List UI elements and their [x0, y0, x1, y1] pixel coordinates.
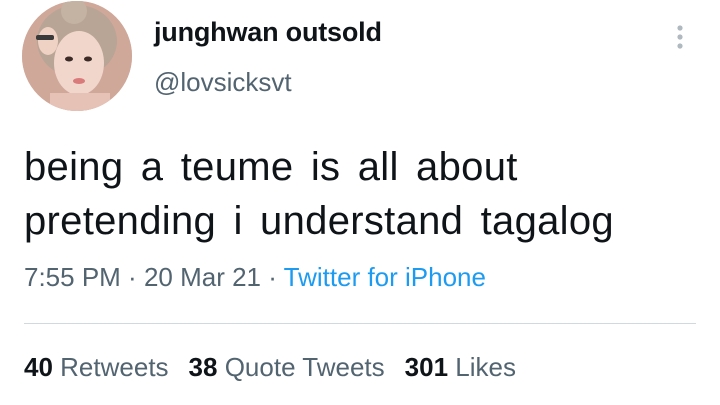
user-handle[interactable]: @lovsicksvt — [154, 67, 292, 98]
tweet-card: junghwan outsold @lovsicksvt being a teu… — [0, 0, 720, 405]
tweet-stats: 40 Retweets 38 Quote Tweets 301 Likes — [24, 352, 536, 383]
divider — [24, 323, 696, 324]
display-name[interactable]: junghwan outsold — [154, 17, 382, 48]
likes-stat[interactable]: 301 Likes — [405, 352, 516, 383]
quote-tweets-stat[interactable]: 38 Quote Tweets — [189, 352, 385, 383]
more-vertical-icon[interactable] — [673, 24, 687, 50]
quote-tweets-label: Quote Tweets — [224, 352, 385, 382]
avatar[interactable] — [22, 1, 132, 111]
tweet-meta: 7:55 PM · 20 Mar 21 · Twitter for iPhone — [24, 262, 486, 293]
quote-tweets-count: 38 — [188, 352, 218, 382]
tweet-text: being a teume is all about pretending i … — [24, 140, 714, 248]
profile-photo-icon — [22, 1, 132, 111]
tweet-source-link[interactable]: Twitter for iPhone — [284, 262, 486, 292]
tweet-time[interactable]: 7:55 PM — [24, 262, 121, 292]
likes-label: Likes — [455, 352, 516, 382]
meta-separator: · — [120, 262, 144, 292]
tweet-date[interactable]: 20 Mar 21 — [144, 262, 261, 292]
retweets-count: 40 — [24, 352, 53, 382]
meta-separator: · — [261, 262, 284, 292]
likes-count: 301 — [404, 352, 449, 382]
tweet-text-line: being a teume is all about — [24, 145, 518, 189]
retweets-label: Retweets — [60, 352, 169, 382]
tweet-text-line: pretending i understand tagalog — [24, 199, 614, 243]
retweets-stat[interactable]: 40 Retweets — [24, 352, 169, 383]
